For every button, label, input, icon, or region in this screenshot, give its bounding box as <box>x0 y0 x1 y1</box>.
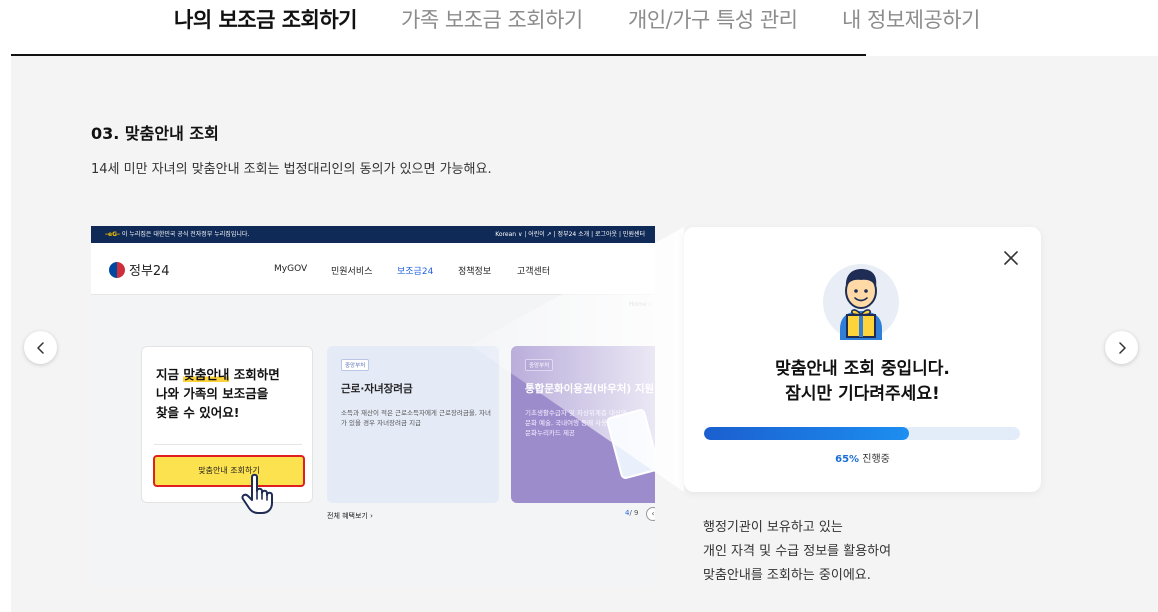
progress-popup: 맞춤안내 조회 중입니다. 잠시만 기다려주세요! 65% 진행중 <box>684 227 1041 492</box>
breadcrumb: Home › <box>628 301 651 308</box>
pager-prev-icon: ‹ <box>646 507 655 521</box>
step-description: 14세 미만 자녀의 맞춤안내 조회는 법정대리인의 동의가 있으면 가능해요. <box>91 162 492 177</box>
step-title: 03. 맞춤안내 조회 <box>91 124 219 143</box>
tab-provide-info[interactable]: 내 정보제공하기 <box>842 4 980 34</box>
menu-mygov: MyGOV <box>274 264 308 274</box>
phone-illustration <box>605 407 655 481</box>
utility-links: Korean ∨ | 어린이 ↗ | 정부24 소개 | 로그아웃 | 민원센터 <box>495 231 645 238</box>
ministry-tag: 중앙부처 <box>525 359 554 371</box>
custom-guide-headline: 지금 맞춤안내 조회하면 나와 가족의 보조금을 찾을 수 있어요! <box>156 367 280 420</box>
chevron-right-icon <box>1118 341 1126 354</box>
close-icon[interactable] <box>1002 249 1020 267</box>
benefit-title: 근로·자녀장려금 <box>341 383 413 395</box>
benefit-card-culture-voucher: 중앙부처 통합문화이용권(바우처) 지원 기초생활수급자 및 차상위계층 대상의… <box>511 346 655 503</box>
site-header: 정부24 MyGOV 민원서비스 보조금24 정책정보 고객센터 <box>91 243 655 295</box>
taegeuk-icon <box>109 261 125 278</box>
site-mockup-screenshot: –eG– 이 누리집은 대한민국 공식 전자정부 누리집입니다. Korean … <box>91 226 655 586</box>
chevron-left-icon <box>36 341 44 354</box>
tab-household-traits[interactable]: 개인/가구 특성 관리 <box>628 4 798 34</box>
tab-my-subsidy[interactable]: 나의 보조금 조회하기 <box>174 4 358 34</box>
card-divider <box>154 444 302 445</box>
ministry-tag: 중앙부처 <box>341 359 370 371</box>
benefit-title: 통합문화이용권(바우처) 지원 <box>525 383 655 395</box>
progress-bar-fill <box>704 427 910 440</box>
top-tab-nav: 나의 보조금 조회하기 가족 보조금 조회하기 개인/가구 특성 관리 내 정보… <box>0 0 1158 56</box>
progress-status: 65% 진행중 <box>835 454 890 465</box>
carousel-prev-button[interactable] <box>24 331 57 364</box>
progress-bar <box>704 427 1020 440</box>
progress-message: 맞춤안내 조회 중입니다. 잠시만 기다려주세요! <box>775 359 950 404</box>
custom-guide-card: 지금 맞춤안내 조회하면 나와 가족의 보조금을 찾을 수 있어요! 맞춤안내 … <box>141 346 313 503</box>
step-note: 행정기관이 보유하고 있는 개인 자격 및 수급 정보를 활용하여 맞춤안내를 … <box>703 520 892 583</box>
official-banner: –eG– 이 누리집은 대한민국 공식 전자정부 누리집입니다. Korean … <box>91 226 655 243</box>
pointer-hand-icon <box>241 473 273 514</box>
benefit-card-earned-income: 중앙부처 근로·자녀장려금 소득과 재산이 적은 근로소득자에게 근로장려금을,… <box>327 346 499 503</box>
carousel-next-button[interactable] <box>1105 331 1138 364</box>
benefit-description: 소득과 재산이 적은 근로소득자에게 근로장려금을, 자녀가 있을 경우 자녀장… <box>341 409 491 427</box>
view-all-benefits-link: 전체 혜택보기 › <box>327 512 373 520</box>
carousel-pager: 4/ 9 <box>625 509 639 517</box>
menu-civil-service: 민원서비스 <box>331 267 373 277</box>
gov24-logo: 정부24 <box>109 260 169 279</box>
menu-customer-center: 고객센터 <box>517 267 551 277</box>
custom-guide-button: 맞춤안내 조회하기 <box>153 455 305 487</box>
person-holding-gift-icon <box>823 264 899 340</box>
menu-subsidy24: 보조금24 <box>397 267 434 277</box>
official-notice: –eG– 이 누리집은 대한민국 공식 전자정부 누리집입니다. <box>105 231 250 238</box>
tab-family-subsidy[interactable]: 가족 보조금 조회하기 <box>401 4 583 34</box>
menu-policy-info: 정책정보 <box>458 267 492 277</box>
